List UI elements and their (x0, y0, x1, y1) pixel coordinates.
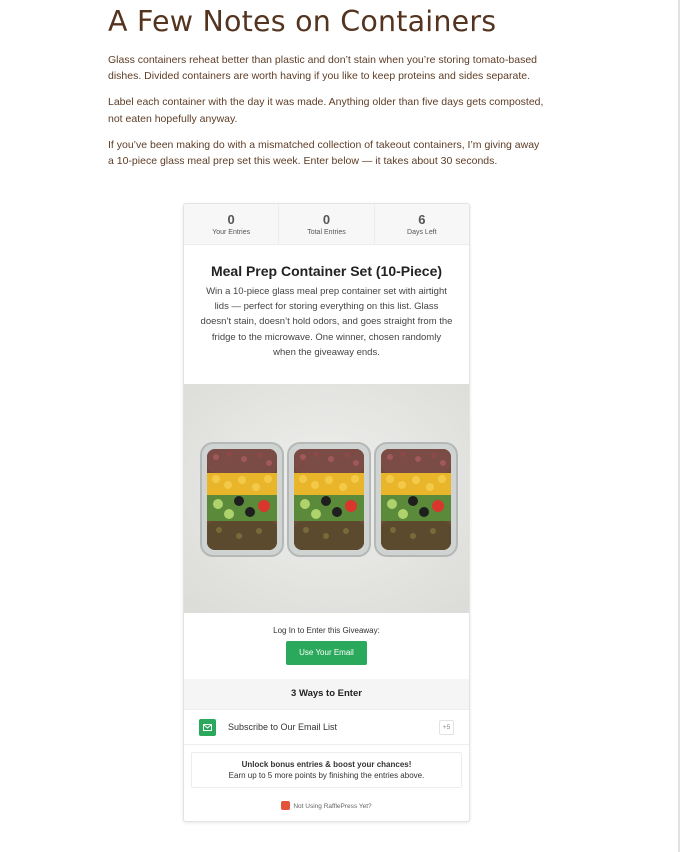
rafflepress-logo-icon (281, 801, 291, 810)
use-email-button[interactable]: Use Your Email (286, 641, 367, 665)
mail-icon (199, 719, 216, 736)
giveaway-stats: 0 Your Entries 0 Total Entries 6 Days Le… (184, 204, 469, 245)
prize-section: Meal Prep Container Set (10-Piece) Win a… (184, 245, 469, 384)
stat-value: 0 (322, 212, 331, 227)
article-paragraph: If you’ve been making do with a mismatch… (108, 138, 540, 168)
stat-value: 6 (418, 212, 426, 227)
bonus-box: Unlock bonus entries & boost your chance… (191, 752, 462, 788)
stat-label: Days Left (407, 229, 437, 236)
entry-label: Subscribe to Our Email List (228, 722, 338, 732)
stat-label: Your Entries (212, 229, 251, 236)
prize-image (184, 384, 469, 613)
bonus-text: Earn up to 5 more points by finishing th… (228, 771, 425, 780)
rafflepress-footer[interactable]: Not Using RafflePress Yet? (184, 801, 469, 812)
stat-value: 0 (227, 212, 235, 227)
entry-points-badge: +5 (439, 720, 454, 735)
article: A Few Notes on Containers Glass containe… (108, 0, 548, 169)
article-paragraph: Label each container with the day it was… (108, 96, 544, 125)
login-label: Log In to Enter this Giveaway: (273, 626, 380, 635)
article-title: A Few Notes on Containers (108, 5, 497, 38)
stat-your-entries: 0 Your Entries (184, 204, 280, 244)
bonus-title: Unlock bonus entries & boost your chance… (241, 760, 412, 769)
article-paragraph: Glass containers reheat better than plas… (108, 54, 537, 83)
prize-title: Meal Prep Container Set (10-Piece) (210, 263, 443, 279)
login-section: Log In to Enter this Giveaway: Use Your … (184, 613, 469, 679)
stat-days-left: 6 Days Left (375, 204, 469, 244)
ways-to-enter-heading: 3 Ways to Enter (184, 679, 469, 709)
prize-description: Win a 10-piece glass meal prep container… (200, 286, 453, 358)
entry-subscribe-email[interactable]: Subscribe to Our Email List +5 (184, 709, 469, 745)
footer-link[interactable]: Not Using RafflePress Yet? (293, 803, 371, 810)
stat-label: Total Entries (307, 229, 346, 236)
stat-total-entries: 0 Total Entries (279, 204, 375, 244)
giveaway-widget: 0 Your Entries 0 Total Entries 6 Days Le… (183, 203, 470, 822)
